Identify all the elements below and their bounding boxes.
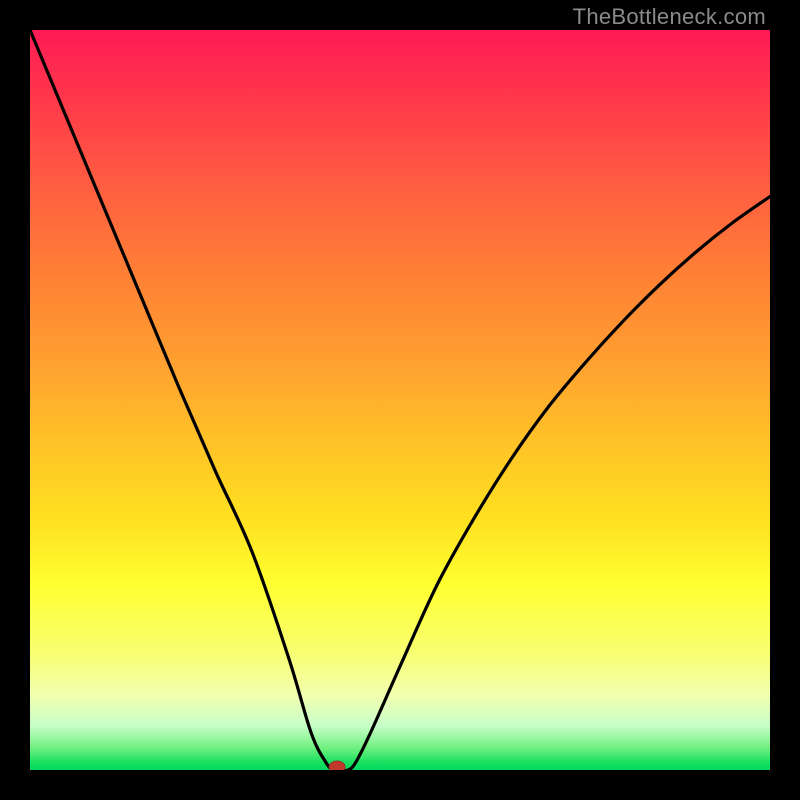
plot-area (30, 30, 770, 770)
watermark-text: TheBottleneck.com (573, 4, 766, 30)
minimum-marker (329, 761, 345, 770)
chart-frame: TheBottleneck.com (0, 0, 800, 800)
bottleneck-curve (30, 30, 770, 770)
curve-svg (30, 30, 770, 770)
